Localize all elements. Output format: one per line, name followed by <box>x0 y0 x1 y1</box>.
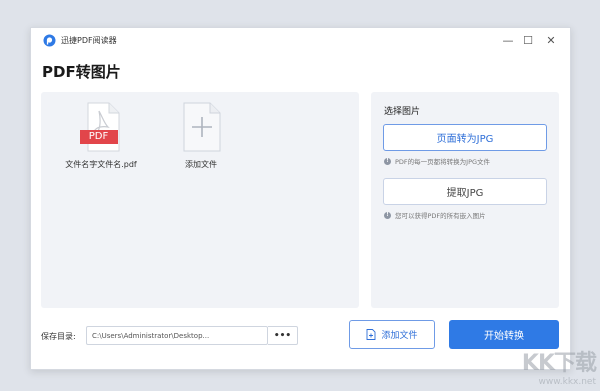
add-document-icon <box>367 329 376 340</box>
watermark-url: www.kkx.net <box>538 377 597 387</box>
watermark: KK下载 www.kkx.net <box>521 345 597 387</box>
app-logo-icon <box>43 34 56 47</box>
hint-text: PDF的每一页都将转换为JPG文件 <box>395 158 491 166</box>
file-name: 文件名字文件名.pdf <box>65 160 137 169</box>
pdf-badge-label: PDF <box>88 131 109 142</box>
panel-title: 选择图片 <box>384 107 421 117</box>
browse-button[interactable]: ••• <box>268 326 298 345</box>
minimize-button[interactable]: — <box>500 32 516 48</box>
extract-jpg-hint: ! 您可以获得PDF的所有嵌入图片 <box>384 210 486 220</box>
options-panel: 选择图片 页面转为JPG ! PDF的每一页都将转换为JPG文件 提取JPG !… <box>371 92 559 308</box>
page-to-jpg-button[interactable]: 页面转为JPG <box>383 124 547 151</box>
add-file-button-label: 添加文件 <box>381 331 418 341</box>
page-to-jpg-hint: ! PDF的每一页都将转换为JPG文件 <box>384 156 490 166</box>
pdf-file-icon: PDF <box>79 102 124 152</box>
add-file-label: 添加文件 <box>185 160 217 169</box>
save-directory-label: 保存目录: <box>41 332 76 341</box>
maximize-button[interactable]: ☐ <box>520 32 536 48</box>
title-bar: 迅捷PDF阅读器 — ☐ ✕ <box>31 28 570 54</box>
add-file-icon[interactable] <box>179 102 224 152</box>
watermark-logo: KK下载 <box>521 351 597 376</box>
file-list-area[interactable]: PDF 文件名字文件名.pdf 添加文件 <box>41 92 359 308</box>
save-path-input[interactable]: C:\Users\Administrator\Desktop... <box>86 326 268 345</box>
add-file-button[interactable]: 添加文件 <box>349 320 435 349</box>
extract-jpg-button[interactable]: 提取JPG <box>383 178 547 205</box>
file-item-pdf[interactable]: PDF 文件名字文件名.pdf <box>56 102 146 170</box>
app-title: 迅捷PDF阅读器 <box>61 36 117 45</box>
hint-text: 您可以获得PDF的所有嵌入图片 <box>395 212 486 220</box>
info-icon: ! <box>384 211 391 219</box>
close-button[interactable]: ✕ <box>543 32 559 48</box>
app-window: 迅捷PDF阅读器 — ☐ ✕ PDF转图片 PDF 文件名字文件名.pdf 添加… <box>30 27 571 370</box>
add-file-item[interactable]: 添加文件 <box>156 102 246 170</box>
info-icon: ! <box>384 157 391 165</box>
page-title: PDF转图片 <box>42 63 121 81</box>
